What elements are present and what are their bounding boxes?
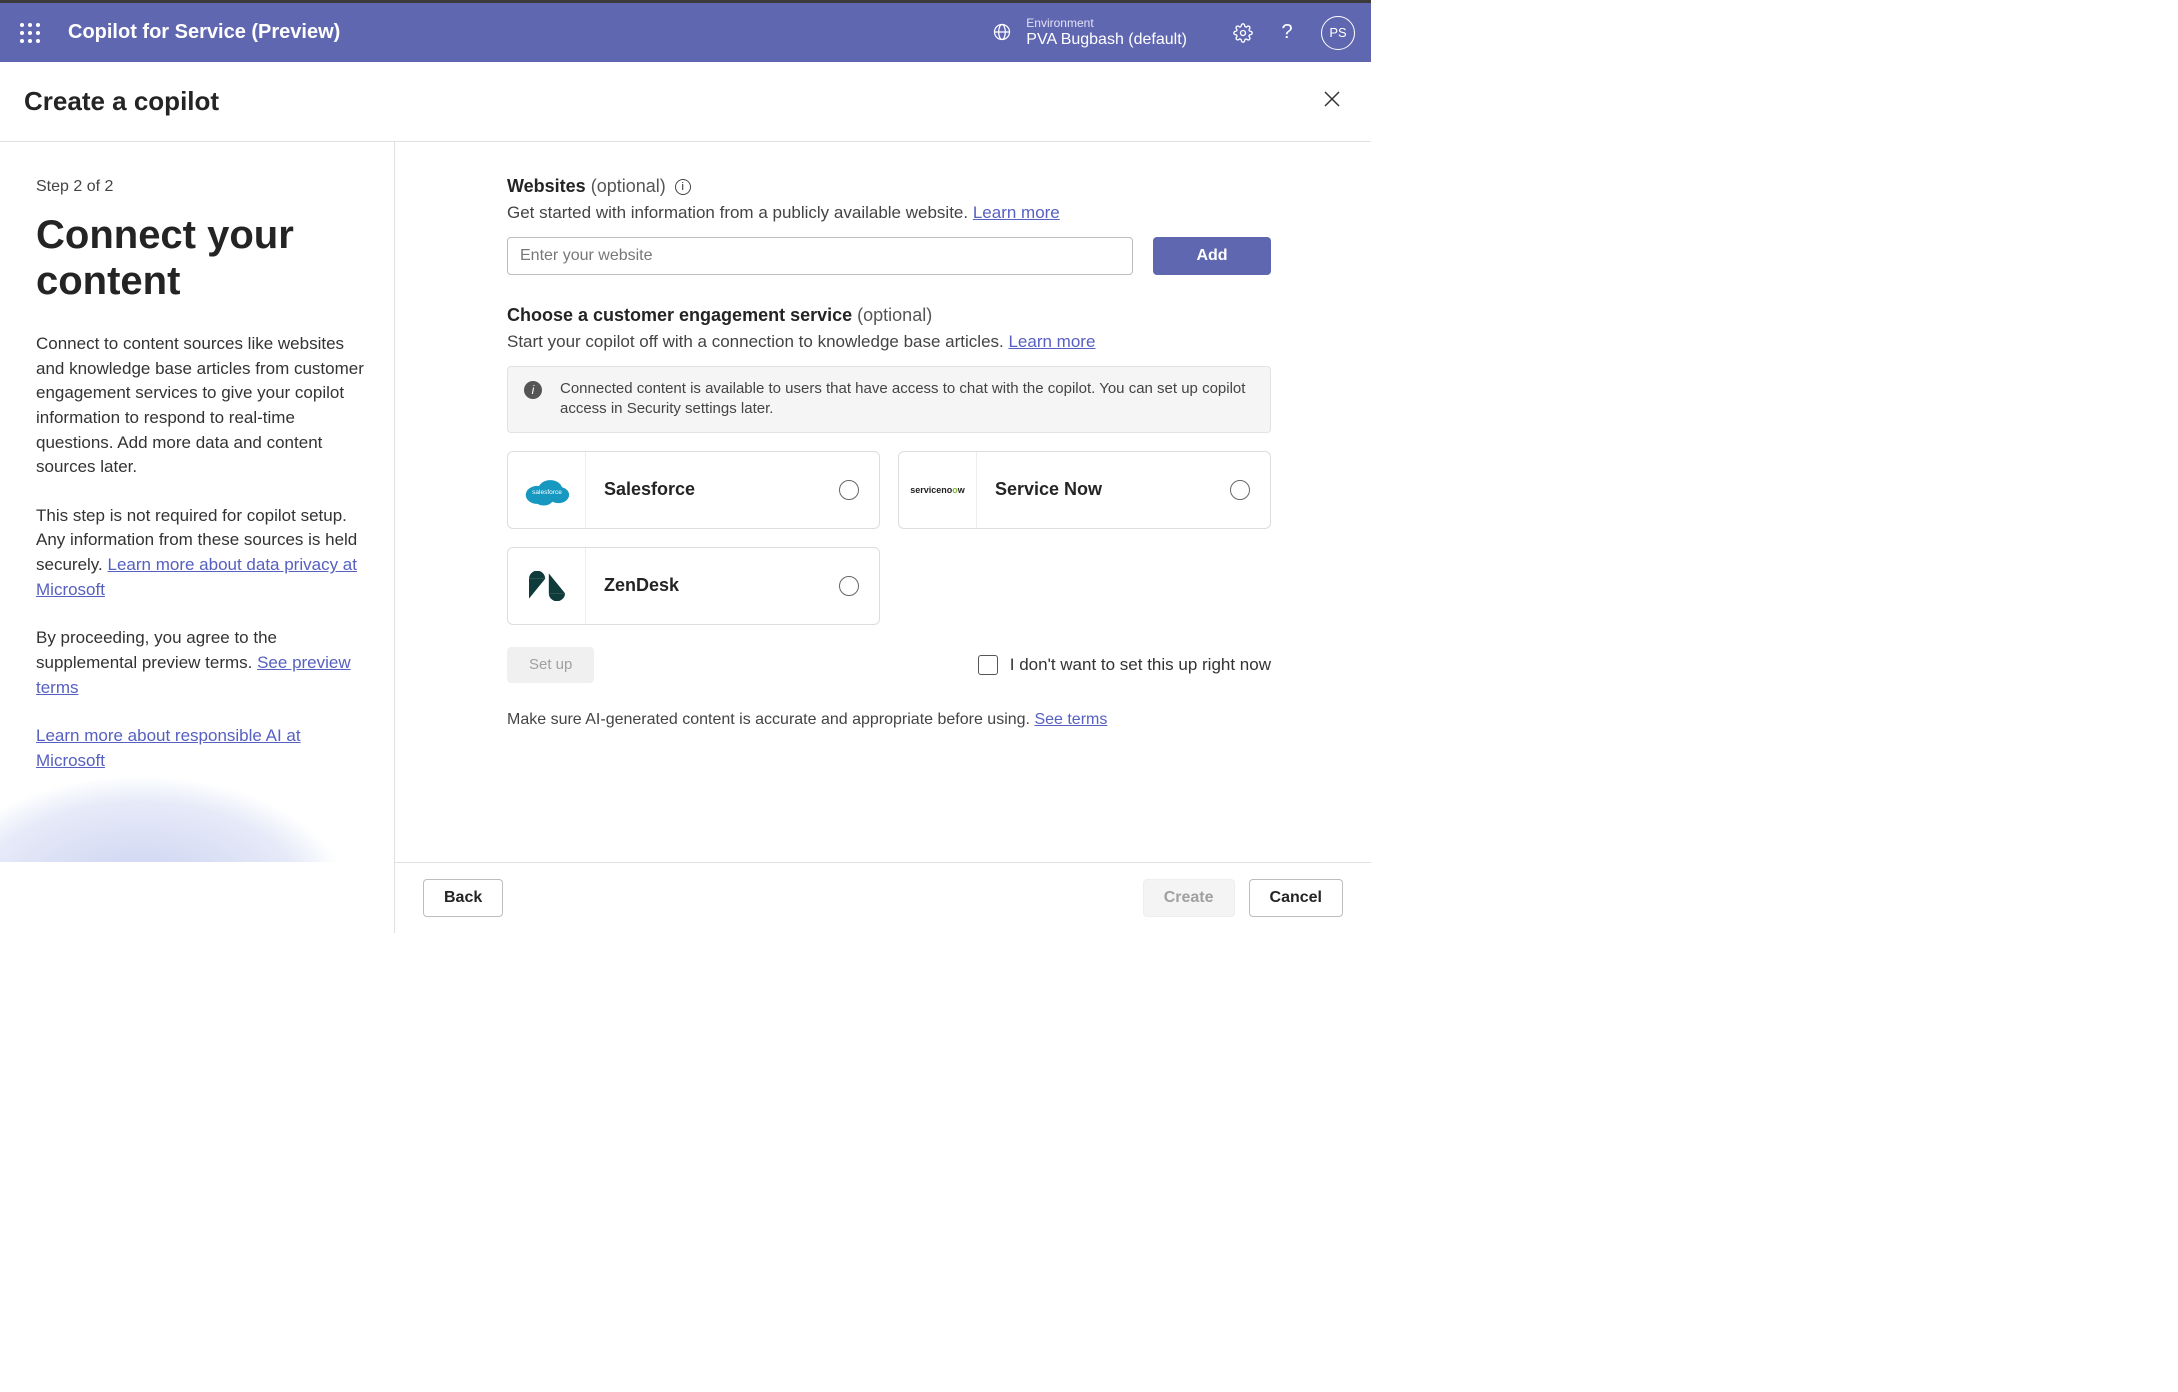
app-launcher-button[interactable] (10, 13, 50, 53)
service-label-optional: (optional) (857, 305, 932, 325)
info-banner-icon: i (524, 381, 542, 399)
setup-row: Set up I don't want to set this up right… (507, 647, 1271, 683)
radio-indicator (1230, 480, 1250, 500)
service-card-servicenow[interactable]: servicenoow Service Now (898, 451, 1271, 529)
wizard-footer: Back Create Cancel (395, 862, 1371, 933)
service-subtext: Start your copilot off with a connection… (507, 332, 1271, 352)
service-card-name: ZenDesk (586, 575, 839, 596)
website-input[interactable] (507, 237, 1133, 275)
avatar-initials: PS (1329, 25, 1346, 40)
info-banner-text: Connected content is available to users … (560, 379, 1254, 420)
service-card-name: Salesforce (586, 479, 839, 500)
globe-icon (992, 22, 1012, 42)
service-sub-text: Start your copilot off with a connection… (507, 332, 1008, 351)
skip-setup-checkbox-row[interactable]: I don't want to set this up right now (978, 655, 1271, 675)
create-button: Create (1143, 879, 1235, 917)
see-terms-link[interactable]: See terms (1034, 711, 1107, 728)
close-icon (1323, 90, 1341, 108)
radio-indicator (839, 480, 859, 500)
environment-label: Environment (1026, 16, 1187, 30)
websites-label-bold: Websites (507, 176, 586, 196)
service-label: Choose a customer engagement service (op… (507, 305, 1271, 326)
sidebar-paragraph-3: By proceeding, you agree to the suppleme… (36, 626, 364, 700)
account-avatar[interactable]: PS (1321, 16, 1355, 50)
app-title: Copilot for Service (Preview) (68, 21, 340, 44)
websites-learn-more-link[interactable]: Learn more (973, 203, 1060, 222)
service-card-zendesk[interactable]: ZenDesk (507, 547, 880, 625)
servicenow-logo: servicenoow (899, 452, 977, 528)
info-banner: i Connected content is available to user… (507, 366, 1271, 433)
page-title: Create a copilot (24, 86, 219, 117)
salesforce-logo: salesforce (508, 452, 586, 528)
step-indicator: Step 2 of 2 (36, 178, 364, 196)
info-icon[interactable]: i (675, 179, 691, 195)
sidebar-paragraph-1: Connect to content sources like websites… (36, 332, 364, 480)
website-input-row: Add (507, 237, 1271, 275)
zendesk-logo (508, 548, 586, 624)
main-area: Step 2 of 2 Connect your content Connect… (0, 142, 1371, 862)
setup-button: Set up (507, 647, 594, 683)
websites-subtext: Get started with information from a publ… (507, 203, 1271, 223)
terms-text: Make sure AI-generated content is accura… (507, 711, 1034, 728)
service-label-bold: Choose a customer engagement service (507, 305, 852, 325)
sidebar-p3-text: By proceeding, you agree to the suppleme… (36, 628, 277, 672)
add-website-button[interactable]: Add (1153, 237, 1271, 275)
sidebar-paragraph-2: This step is not required for copilot se… (36, 504, 364, 603)
websites-sub-text: Get started with information from a publ… (507, 203, 973, 222)
close-button[interactable] (1323, 90, 1341, 114)
cancel-button[interactable]: Cancel (1249, 879, 1343, 917)
top-bar: Copilot for Service (Preview) Environmen… (0, 0, 1371, 62)
service-card-salesforce[interactable]: salesforce Salesforce (507, 451, 880, 529)
environment-name: PVA Bugbash (default) (1026, 30, 1187, 49)
service-learn-more-link[interactable]: Learn more (1008, 332, 1095, 351)
gear-icon (1233, 23, 1253, 43)
environment-picker[interactable]: Environment PVA Bugbash (default) (992, 16, 1187, 50)
skip-setup-label: I don't want to set this up right now (1010, 655, 1271, 675)
service-card-name: Service Now (977, 479, 1230, 500)
sidebar-paragraph-4: Learn more about responsible AI at Micro… (36, 724, 364, 773)
radio-indicator (839, 576, 859, 596)
websites-label: Websites (optional) i (507, 176, 1271, 197)
checkbox-icon (978, 655, 998, 675)
question-icon: ? (1281, 21, 1292, 44)
wizard-content: Websites (optional) i Get started with i… (395, 142, 1371, 862)
responsible-ai-link[interactable]: Learn more about responsible AI at Micro… (36, 726, 301, 770)
terms-line: Make sure AI-generated content is accura… (507, 711, 1271, 729)
help-button[interactable]: ? (1269, 15, 1305, 51)
sidebar-heading: Connect your content (36, 212, 364, 304)
svg-text:salesforce: salesforce (532, 489, 562, 496)
back-button[interactable]: Back (423, 879, 503, 917)
websites-label-optional: (optional) (591, 176, 666, 196)
wizard-sidebar: Step 2 of 2 Connect your content Connect… (0, 142, 395, 862)
service-cards-grid: salesforce Salesforce servicenoow Servic… (507, 451, 1271, 625)
settings-button[interactable] (1225, 15, 1261, 51)
page-header: Create a copilot (0, 62, 1371, 142)
waffle-icon (20, 23, 40, 43)
